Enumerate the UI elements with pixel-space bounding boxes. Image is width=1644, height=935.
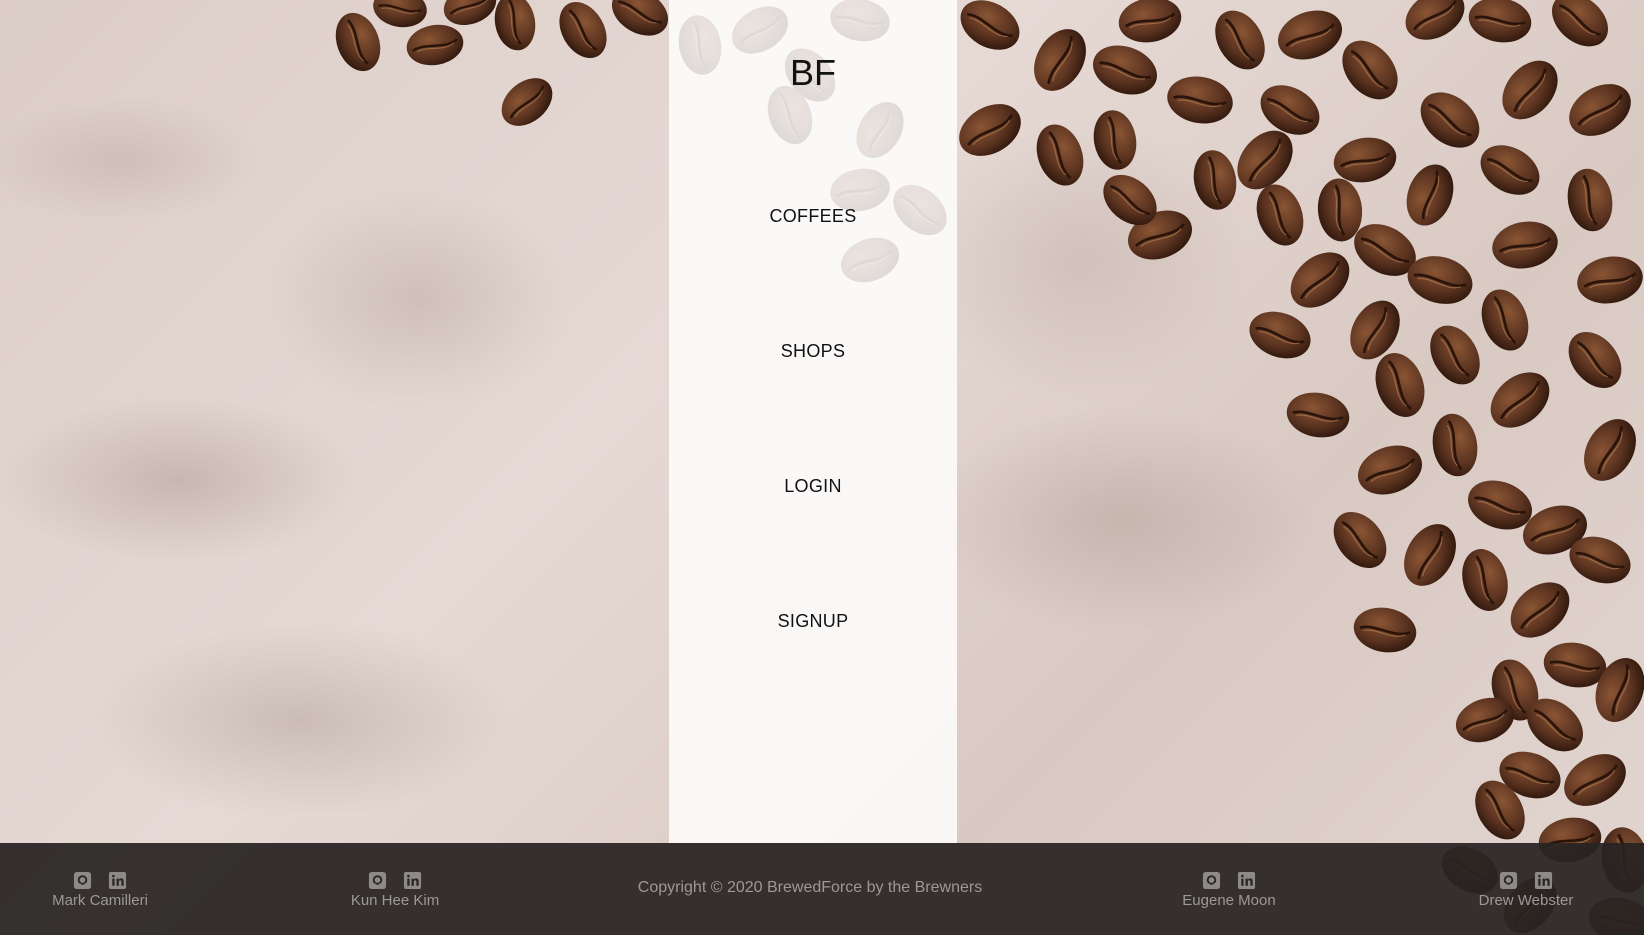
nav-link-signup[interactable]: SIGNUP	[669, 611, 957, 632]
member-name: Kun Hee Kim	[350, 892, 440, 909]
footer: Mark Camilleri Kun Hee Kim Copyright © 2…	[0, 843, 1644, 935]
member-name: Eugene Moon	[1182, 892, 1276, 909]
github-icon[interactable]	[73, 871, 92, 890]
linkedin-icon[interactable]	[108, 871, 127, 890]
team-member: Kun Hee Kim	[315, 871, 475, 909]
linkedin-icon[interactable]	[403, 871, 422, 890]
site-logo[interactable]: BF	[669, 52, 957, 94]
github-icon[interactable]	[1499, 871, 1518, 890]
linkedin-icon[interactable]	[1237, 871, 1256, 890]
nav-panel: BF COFFEES SHOPS LOGIN SIGNUP	[669, 0, 957, 843]
member-name: Mark Camilleri	[52, 892, 148, 909]
member-name: Drew Webster	[1478, 892, 1574, 909]
team-member: Mark Camilleri	[20, 871, 180, 909]
team-member: Eugene Moon	[1149, 871, 1309, 909]
github-icon[interactable]	[368, 871, 387, 890]
linkedin-icon[interactable]	[1534, 871, 1553, 890]
nav-link-coffees[interactable]: COFFEES	[669, 206, 957, 227]
team-member: Drew Webster	[1446, 871, 1606, 909]
github-icon[interactable]	[1202, 871, 1221, 890]
nav-link-login[interactable]: LOGIN	[669, 476, 957, 497]
copyright-text: Copyright © 2020 BrewedForce by the Brew…	[637, 879, 983, 896]
nav-link-shops[interactable]: SHOPS	[669, 341, 957, 362]
